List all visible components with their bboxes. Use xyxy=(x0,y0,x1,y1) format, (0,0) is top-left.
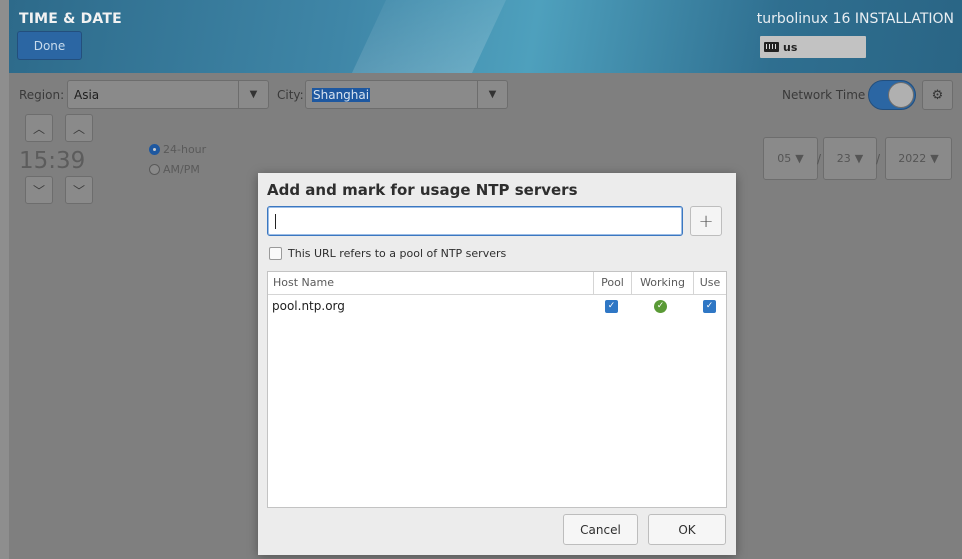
format-ampm-label: AM/PM xyxy=(163,163,200,176)
city-value: Shanghai xyxy=(312,88,371,102)
header-bar: TIME & DATE Done turbolinux 16 INSTALLAT… xyxy=(9,0,962,73)
status-ok-icon: ✓ xyxy=(654,299,667,313)
column-pool[interactable]: Pool xyxy=(593,272,631,294)
day-combo[interactable]: 23 ▼ xyxy=(823,137,877,180)
minute-up-button[interactable]: ︿ xyxy=(65,114,93,142)
day-value: 23 xyxy=(836,152,851,165)
format-24h-radio[interactable]: 24-hour xyxy=(149,143,206,156)
hour-up-button[interactable]: ︿ xyxy=(25,114,53,142)
table-header: Host Name Pool Working Use xyxy=(268,272,726,295)
minute-down-button[interactable]: ﹀ xyxy=(65,176,93,204)
year-combo[interactable]: 2022 ▼ xyxy=(885,137,952,180)
column-working[interactable]: Working xyxy=(631,272,693,294)
chevron-down-icon: ▼ xyxy=(930,152,939,165)
pool-checkbox-row[interactable]: This URL refers to a pool of NTP servers xyxy=(269,247,506,260)
done-button[interactable]: Done xyxy=(17,31,82,60)
page-title: TIME & DATE xyxy=(19,11,122,27)
ntp-servers-table: Host Name Pool Working Use pool.ntp.org … xyxy=(267,271,727,508)
hour-down-button[interactable]: ﹀ xyxy=(25,176,53,204)
host-name-cell: pool.ntp.org xyxy=(272,299,345,313)
dialog-title: Add and mark for usage NTP servers xyxy=(267,181,578,199)
radio-unselected-icon xyxy=(149,164,160,175)
chevron-up-icon: ︿ xyxy=(32,121,45,136)
pool-cell[interactable]: ✓ xyxy=(605,295,618,317)
pool-checkbox[interactable] xyxy=(269,247,282,260)
ntp-config-button[interactable]: ⚙ xyxy=(922,80,953,110)
chevron-up-icon: ︿ xyxy=(72,121,85,136)
gear-icon: ⚙ xyxy=(931,87,944,103)
table-row[interactable]: pool.ntp.org ✓ ✓ ✓ xyxy=(268,295,726,317)
toggle-knob xyxy=(888,82,914,108)
ntp-servers-dialog: Add and mark for usage NTP servers + Thi… xyxy=(258,173,736,555)
keyboard-layout-indicator[interactable]: us xyxy=(760,36,866,58)
add-server-button[interactable]: + xyxy=(690,206,722,236)
plus-icon: + xyxy=(698,210,714,232)
cancel-button[interactable]: Cancel xyxy=(563,514,638,545)
month-value: 05 xyxy=(777,152,792,165)
format-24h-label: 24-hour xyxy=(163,143,207,156)
month-combo[interactable]: 05 ▼ xyxy=(763,137,818,180)
city-label: City: xyxy=(277,88,304,102)
ntp-server-input[interactable] xyxy=(267,206,683,236)
column-host-name[interactable]: Host Name xyxy=(273,272,591,294)
network-time-label: Network Time xyxy=(782,88,866,102)
radio-selected-icon xyxy=(149,144,160,155)
city-combo[interactable]: Shanghai ▼ xyxy=(305,80,508,109)
date-separator: / xyxy=(817,152,822,166)
chevron-down-icon: ﹀ xyxy=(32,183,45,198)
format-ampm-radio[interactable]: AM/PM xyxy=(149,163,200,176)
city-dropdown-icon[interactable]: ▼ xyxy=(477,81,507,108)
keyboard-layout-label: us xyxy=(783,40,798,54)
region-value: Asia xyxy=(74,88,100,102)
checkbox-checked-icon[interactable]: ✓ xyxy=(703,299,716,313)
chevron-down-icon: ▼ xyxy=(795,152,804,165)
checkbox-checked-icon[interactable]: ✓ xyxy=(605,299,618,313)
working-cell: ✓ xyxy=(654,295,667,317)
installer-window: TIME & DATE Done turbolinux 16 INSTALLAT… xyxy=(9,0,962,559)
keyboard-icon xyxy=(764,42,779,52)
text-caret xyxy=(275,214,276,229)
region-label: Region: xyxy=(19,88,65,102)
column-use[interactable]: Use xyxy=(693,272,726,294)
network-time-toggle[interactable] xyxy=(868,80,916,110)
installer-title: turbolinux 16 INSTALLATION xyxy=(756,11,954,27)
use-cell[interactable]: ✓ xyxy=(703,295,716,317)
time-display: 15:39 xyxy=(19,148,86,174)
date-separator: / xyxy=(876,152,881,166)
region-combo[interactable]: Asia ▼ xyxy=(67,80,269,109)
chevron-down-icon: ▼ xyxy=(854,152,864,165)
pool-checkbox-label: This URL refers to a pool of NTP servers xyxy=(288,247,507,260)
ok-button[interactable]: OK xyxy=(648,514,726,545)
region-dropdown-icon[interactable]: ▼ xyxy=(238,81,268,108)
chevron-down-icon: ﹀ xyxy=(72,183,85,198)
year-value: 2022 xyxy=(898,152,927,165)
header-decoration xyxy=(351,0,507,73)
